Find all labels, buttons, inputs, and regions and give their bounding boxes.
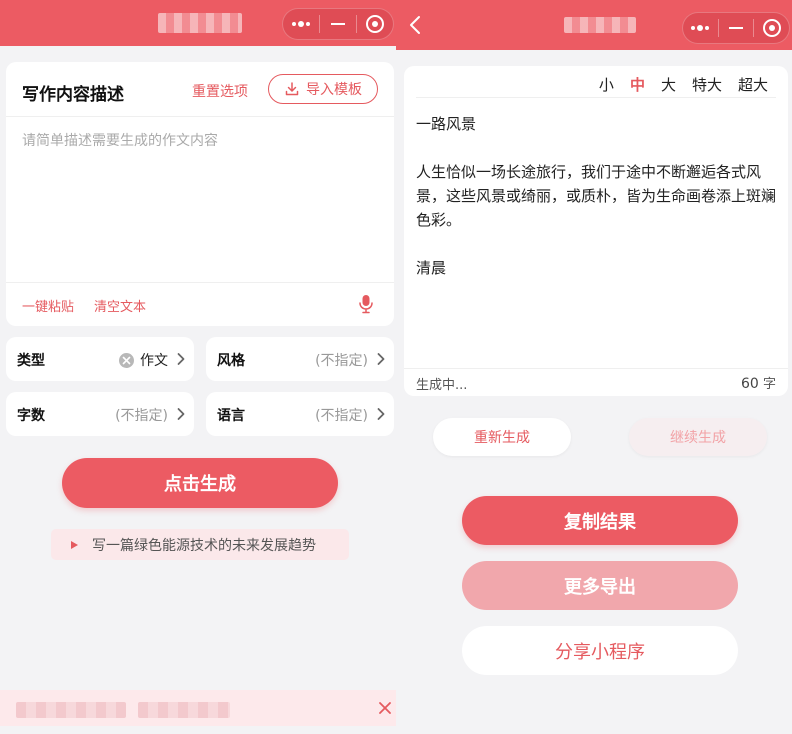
language-label: 语言 <box>217 408 245 424</box>
font-size-xlarge[interactable]: 特大 <box>692 74 722 95</box>
nav-bar <box>396 0 792 50</box>
more-dots-icon[interactable] <box>283 9 319 39</box>
clear-circle-icon[interactable] <box>119 352 134 368</box>
type-value-wrap: 作文 <box>119 350 168 370</box>
microphone-icon[interactable] <box>358 294 374 314</box>
download-icon <box>285 82 299 96</box>
ad-text-blurred <box>138 702 230 718</box>
nav-title-blurred <box>158 13 242 33</box>
miniapp-capsule <box>282 8 394 40</box>
word-count-label: 字数 <box>17 408 45 424</box>
minimize-icon[interactable] <box>320 9 356 39</box>
right-screen: 小 中 大 特大 超大 一路风景 人生恰似一场长途旅行，我们于途中不断邂逅各式风… <box>396 0 792 734</box>
miniapp-capsule <box>682 12 790 44</box>
more-export-button[interactable]: 更多导出 <box>462 561 738 610</box>
regenerate-button[interactable]: 重新生成 <box>433 418 571 456</box>
font-size-selector: 小 中 大 特大 超大 <box>599 74 768 95</box>
ad-text-blurred <box>16 702 126 718</box>
suggestion-chip[interactable]: 写一篇绿色能源技术的未来发展趋势 <box>51 529 349 560</box>
continue-button[interactable]: 继续生成 <box>629 418 767 456</box>
font-size-medium[interactable]: 中 <box>630 74 645 95</box>
word-count-value: (不指定) <box>115 408 168 424</box>
left-screen: 写作内容描述 重置选项 导入模板 一键粘贴 清空文本 类型 作文 风格 (不指定… <box>0 0 396 734</box>
ad-banner <box>0 690 396 726</box>
style-label: 风格 <box>217 353 245 369</box>
chevron-right-icon <box>177 353 185 365</box>
share-miniapp-button[interactable]: 分享小程序 <box>462 626 738 675</box>
chevron-right-icon <box>377 408 385 420</box>
close-icon[interactable] <box>378 701 392 715</box>
nav-bar <box>0 0 396 46</box>
chevron-right-icon <box>177 408 185 420</box>
reset-options-link[interactable]: 重置选项 <box>192 81 248 101</box>
suggestion-text: 写一篇绿色能源技术的未来发展趋势 <box>92 537 316 554</box>
description-card: 写作内容描述 重置选项 导入模板 一键粘贴 清空文本 <box>6 62 394 326</box>
import-template-label: 导入模板 <box>306 82 362 98</box>
description-input[interactable] <box>22 130 378 280</box>
type-option[interactable]: 类型 作文 <box>6 337 194 381</box>
language-value: (不指定) <box>315 408 368 424</box>
word-count: 60 字 <box>741 373 776 392</box>
type-label: 类型 <box>17 353 45 369</box>
word-count-unit: 字 <box>762 377 776 392</box>
font-size-xxlarge[interactable]: 超大 <box>738 74 768 95</box>
chevron-right-icon <box>377 353 385 365</box>
word-count-option[interactable]: 字数 (不指定) <box>6 392 194 436</box>
type-value: 作文 <box>140 353 168 369</box>
target-circle-icon[interactable] <box>357 9 393 39</box>
nav-title-blurred <box>564 17 636 33</box>
generation-status: 生成中... <box>416 378 468 393</box>
result-text: 一路风景 人生恰似一场长途旅行，我们于途中不断邂逅各式风景，这些风景或绮丽，或质… <box>416 115 777 277</box>
description-title: 写作内容描述 <box>22 85 124 105</box>
minimize-icon[interactable] <box>719 13 754 43</box>
back-arrow-icon[interactable] <box>406 15 426 35</box>
more-dots-icon[interactable] <box>683 13 718 43</box>
word-count-number: 60 <box>741 376 759 392</box>
play-triangle-icon <box>71 540 78 549</box>
clear-text-button[interactable]: 清空文本 <box>94 296 146 315</box>
style-value: (不指定) <box>315 353 368 369</box>
font-size-small[interactable]: 小 <box>599 74 614 95</box>
import-template-button[interactable]: 导入模板 <box>268 74 378 104</box>
target-circle-icon[interactable] <box>754 13 789 43</box>
style-option[interactable]: 风格 (不指定) <box>206 337 394 381</box>
generate-button[interactable]: 点击生成 <box>62 458 338 508</box>
result-card: 小 中 大 特大 超大 一路风景 人生恰似一场长途旅行，我们于途中不断邂逅各式风… <box>404 66 788 396</box>
copy-result-button[interactable]: 复制结果 <box>462 496 738 545</box>
paste-button[interactable]: 一键粘贴 <box>22 296 74 315</box>
font-size-large[interactable]: 大 <box>661 74 676 95</box>
language-option[interactable]: 语言 (不指定) <box>206 392 394 436</box>
